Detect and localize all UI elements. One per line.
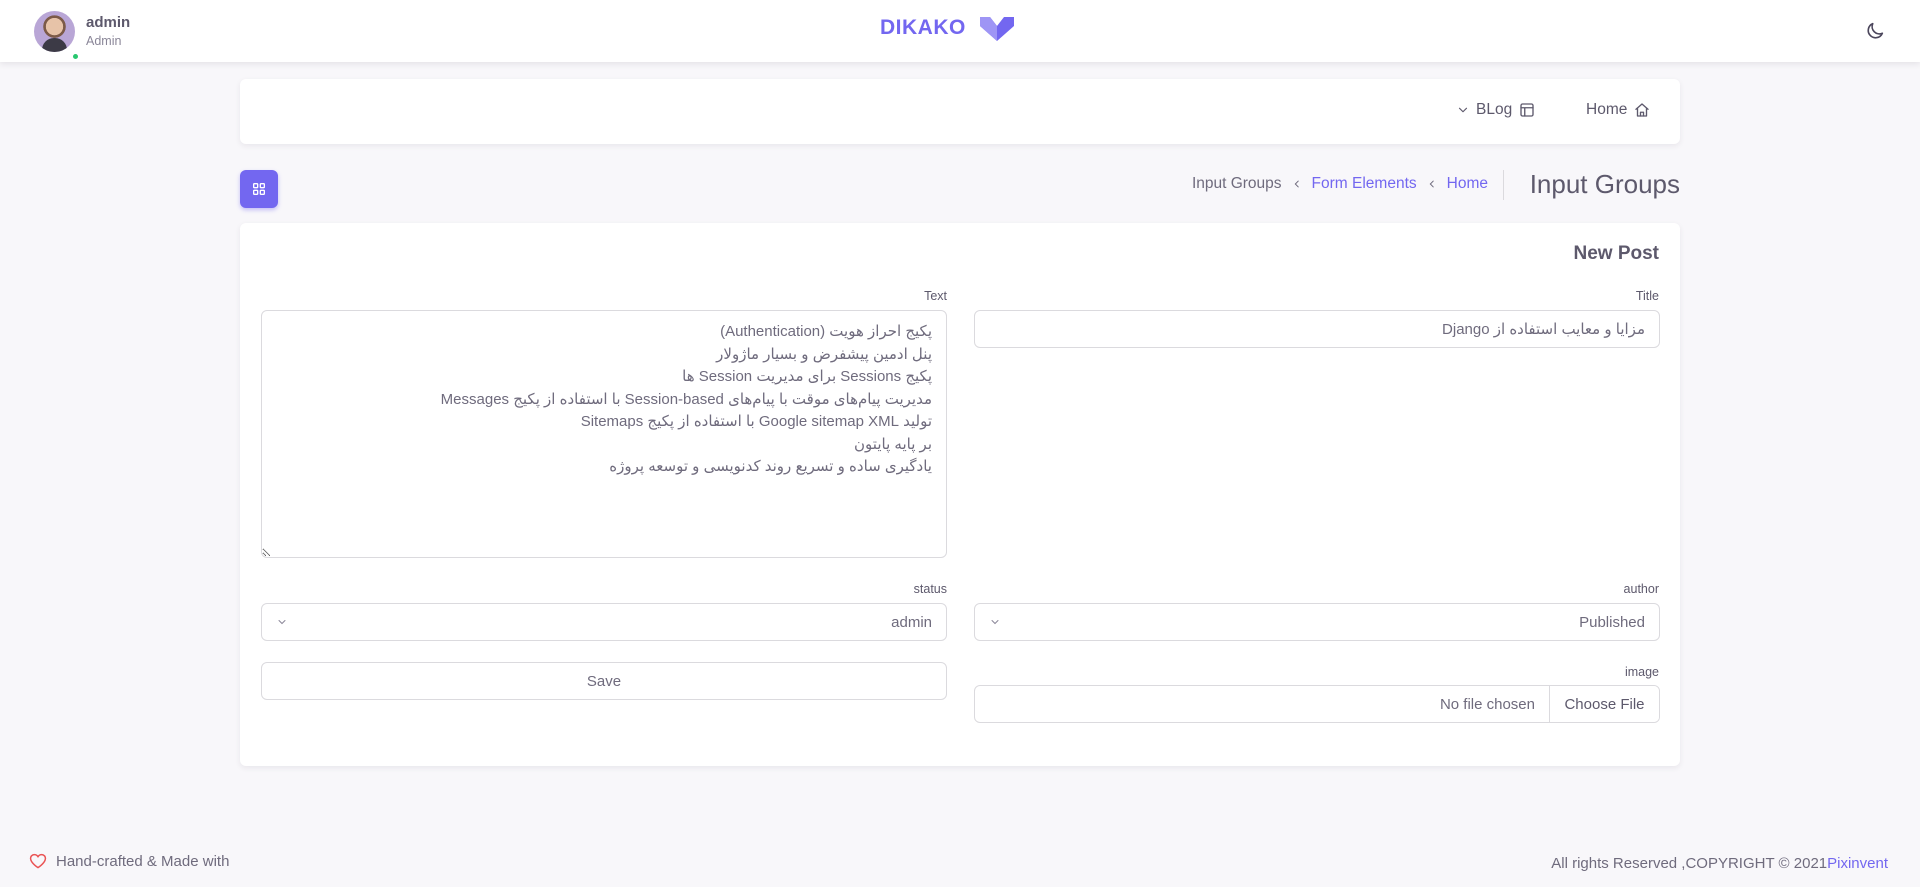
menu-item-blog-label: BLog (1476, 101, 1513, 118)
avatar[interactable] (34, 11, 75, 52)
brand-logo-icon (979, 17, 1014, 41)
user-profile[interactable]: admin Admin (34, 11, 130, 61)
text-label: Text (924, 289, 947, 303)
avatar-body (42, 38, 67, 52)
chevron-down-icon (991, 620, 999, 625)
author-select-value: Published (1579, 613, 1645, 631)
brand-name: DIKAKO (880, 16, 966, 39)
menu-item-blog[interactable]: BLog (1456, 101, 1536, 119)
chevron-down-icon (278, 620, 286, 625)
brand[interactable]: DIKAKO (880, 14, 1016, 42)
chevron-down-icon (1458, 107, 1468, 113)
file-status-text: No file chosen (1439, 695, 1535, 713)
chevron-left-icon (1429, 180, 1434, 188)
image-label: image (1624, 665, 1659, 679)
page-title: Input Groups (1529, 169, 1680, 199)
grid-icon (253, 183, 265, 195)
top-navbar: admin Admin DIKAKO (0, 0, 1920, 62)
save-button[interactable]: Save (261, 662, 947, 700)
heart-icon (29, 853, 47, 869)
author-label: author (1623, 582, 1659, 596)
status-select-value: admin (891, 613, 932, 631)
chevron-left-icon (1294, 180, 1299, 188)
moon-icon[interactable] (1864, 20, 1886, 42)
home-icon (1635, 103, 1650, 117)
footer-credit: Hand-crafted & Made with (28, 851, 229, 871)
horizontal-menu: BLog Home (240, 79, 1680, 144)
card-title: New Post (1573, 243, 1659, 264)
company-link[interactable]: Pixinvent (1827, 855, 1888, 872)
footer-credit-text: Hand-crafted & Made with (56, 852, 230, 870)
copyright-text: All rights Reserved ,COPYRIGHT © 2021 (1551, 855, 1828, 872)
breadcrumb-divider (1503, 170, 1504, 200)
status-label: status (913, 582, 947, 596)
breadcrumb: Input Groups Form Elements Home (1192, 175, 1488, 193)
title-input[interactable] (974, 310, 1660, 348)
user-role: Admin (86, 34, 122, 48)
breadcrumb-item-current: Input Groups (1191, 175, 1282, 192)
title-label: Title (1635, 289, 1659, 303)
menu-item-home-label: Home (1586, 101, 1628, 118)
new-post-card: New Post Title Text پکیج احراز هویت (Aut… (240, 223, 1680, 766)
layout-icon (1520, 103, 1534, 117)
online-status-dot (71, 52, 80, 61)
status-select[interactable]: admin (261, 603, 947, 641)
image-file-input[interactable]: Choose File No file chosen (974, 685, 1660, 723)
footer-copyright: All rights Reserved ,COPYRIGHT © 2021Pix… (1551, 855, 1888, 872)
breadcrumb-item-home[interactable]: Home (1447, 175, 1488, 193)
user-info: admin Admin (86, 14, 130, 49)
grid-menu-button[interactable] (240, 170, 278, 208)
choose-file-button[interactable]: Choose File (1549, 686, 1659, 722)
author-select[interactable]: Published (974, 603, 1660, 641)
text-textarea[interactable]: پکیج احراز هویت (Authentication) پنل ادم… (261, 310, 947, 558)
breadcrumb-item-form-elements[interactable]: Form Elements (1312, 175, 1417, 193)
user-name: admin (86, 14, 131, 31)
menu-item-home[interactable]: Home (1580, 101, 1651, 119)
